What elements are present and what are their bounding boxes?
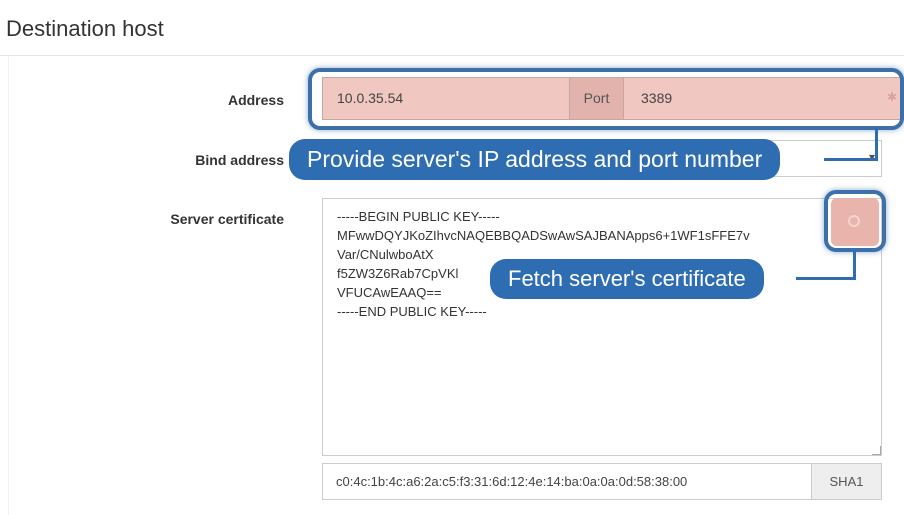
address-input-group: 10.0.35.54 Port 3389 ✱: [322, 77, 904, 120]
gear-icon[interactable]: ✱: [887, 91, 899, 103]
textarea-resize-grip[interactable]: [872, 446, 881, 455]
section-divider: [0, 55, 904, 56]
fetch-certificate-button[interactable]: [831, 198, 879, 246]
address-label: Address: [227, 92, 284, 108]
fingerprint-input-group: c0:4c:1b:4c:a6:2a:c5:f3:31:6d:12:4e:14:b…: [322, 463, 882, 500]
server-certificate-label: Server certificate: [170, 211, 284, 227]
certificate-textarea[interactable]: -----BEGIN PUBLIC KEY----- MFwwDQYJKoZIh…: [322, 198, 882, 456]
port-addon-label: Port: [569, 78, 624, 119]
fetch-annotation-callout: Fetch server's certificate: [490, 259, 764, 299]
address-annotation-callout: Provide server's IP address and port num…: [289, 139, 781, 180]
fetch-callout-connector-v: [853, 250, 856, 280]
fingerprint-input[interactable]: c0:4c:1b:4c:a6:2a:c5:f3:31:6d:12:4e:14:b…: [336, 474, 687, 489]
fingerprint-algorithm: SHA1: [811, 464, 881, 499]
fetch-certificate-icon: [848, 215, 860, 227]
address-callout-connector-v: [875, 128, 878, 161]
bind-address-label: Bind address: [195, 152, 284, 168]
section-title: Destination host: [6, 16, 164, 41]
form-left-border: [8, 56, 9, 515]
address-callout-connector-h: [824, 158, 878, 161]
fetch-callout-connector-h: [796, 277, 856, 280]
port-input[interactable]: 3389: [641, 90, 672, 106]
address-input[interactable]: 10.0.35.54: [337, 90, 403, 106]
